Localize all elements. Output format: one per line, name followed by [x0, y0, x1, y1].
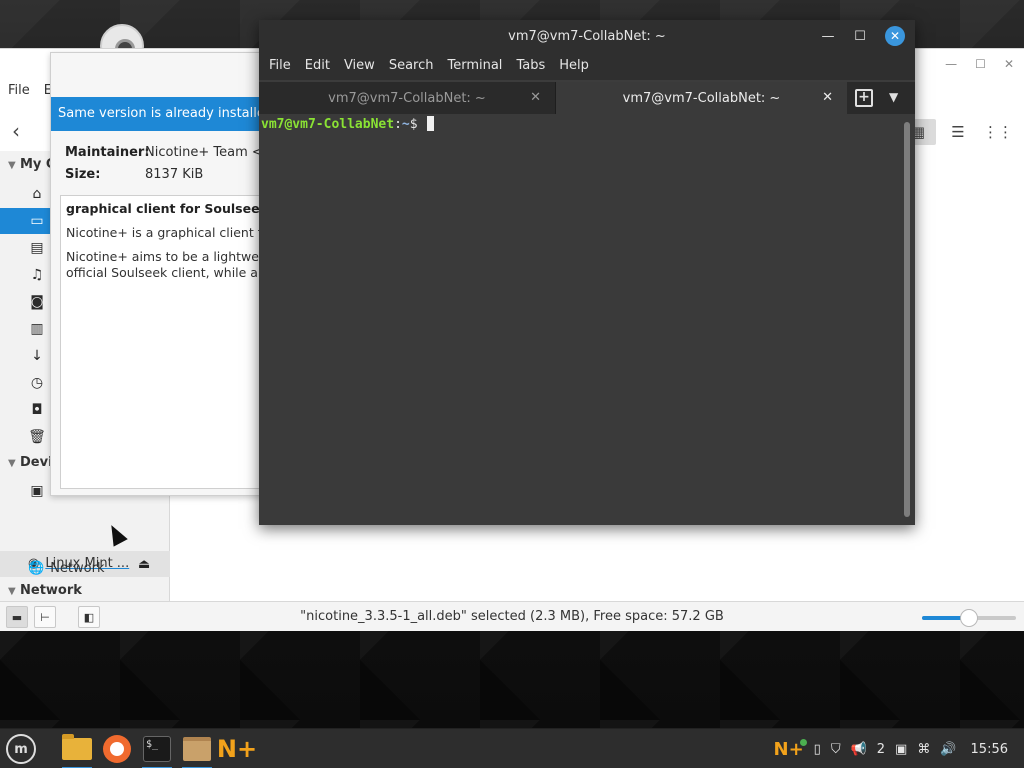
folder-icon	[62, 734, 92, 760]
menu-edit[interactable]: Edit	[298, 52, 337, 80]
terminal-tab[interactable]: vm7@vm7-CollabNet: ~ ✕	[259, 82, 555, 114]
taskbar-file-manager[interactable]	[58, 732, 96, 768]
text-cursor	[427, 116, 435, 131]
status-bar: ▬ ⊢ ◧ "nicotine_3.3.5-1_all.deb" selecte…	[0, 601, 1024, 631]
desktop-icon[interactable]: ▭	[28, 212, 46, 230]
size-row: Size: 8137 KiB	[65, 167, 204, 182]
back-button[interactable]: ‹	[12, 119, 34, 143]
terminal-window: vm7@vm7-CollabNet: ~ — ☐ ✕ File Edit Vie…	[259, 20, 915, 525]
taskbar: m $_ N+ N+ ▯ ⛉ 📢 2 ▣ ⌘ 🔊 15:56	[0, 728, 1024, 768]
videos-icon[interactable]: ▥	[28, 320, 46, 338]
downloads-icon[interactable]: ↓	[28, 347, 46, 365]
sidebar-section-devices[interactable]: ▼ Devi	[8, 455, 53, 470]
tab-close-icon[interactable]: ✕	[822, 90, 833, 105]
clipboard-icon[interactable]: ▯	[814, 742, 821, 757]
expander-icon: ▼	[8, 160, 16, 171]
tab-label: vm7@vm7-CollabNet: ~	[622, 90, 781, 106]
maintainer-row: Maintainer:Nicotine+ Team <ni	[65, 145, 275, 160]
drive-icon[interactable]: ▣	[28, 482, 46, 500]
zoom-slider[interactable]	[922, 609, 1016, 627]
nicotine-icon: N+	[216, 735, 258, 763]
eject-icon[interactable]: ⏏	[138, 557, 150, 572]
menu-search[interactable]: Search	[382, 52, 441, 80]
clock[interactable]: 15:56	[971, 742, 1008, 757]
description-line: official Soulseek client, while als	[66, 265, 266, 280]
maximize-icon[interactable]: ☐	[853, 29, 867, 44]
taskbar-nicotine[interactable]: N+	[216, 732, 258, 766]
terminal-title: vm7@vm7-CollabNet: ~	[508, 29, 666, 44]
filesystem-icon[interactable]: ◘	[28, 401, 46, 419]
terminal-tabbar: vm7@vm7-CollabNet: ~ ✕ vm7@vm7-CollabNet…	[259, 82, 915, 114]
description-line: Nicotine+ is a graphical client for	[66, 225, 266, 240]
taskbar-package-installer[interactable]	[178, 732, 216, 768]
menu-help[interactable]: Help	[552, 52, 596, 80]
sidebar-section-my-computer[interactable]: ▼ My C	[8, 157, 55, 172]
file-manager-window-buttons: — ☐ ✕	[945, 57, 1014, 71]
network-icon[interactable]: ⌘	[917, 742, 930, 757]
terminal-window-buttons: — ☐ ✕	[821, 26, 905, 46]
view-switcher: ▦ ☰ ⋮⋮	[900, 119, 1016, 145]
file-manager-menubar: File E	[0, 83, 52, 107]
sidebar-item-network[interactable]: 🌐 Network	[28, 561, 104, 576]
description-title: graphical client for Soulseek pe	[66, 201, 266, 216]
trash-icon[interactable]: 🗑	[28, 428, 46, 446]
package-icon	[183, 737, 211, 761]
close-icon[interactable]: ✕	[1004, 57, 1014, 71]
terminal-titlebar[interactable]: vm7@vm7-CollabNet: ~ — ☐ ✕	[259, 20, 915, 52]
volume-icon[interactable]: 🔊	[940, 742, 956, 757]
recent-icon[interactable]: ◷	[28, 374, 46, 392]
menu-terminal[interactable]: Terminal	[440, 52, 509, 80]
menu-file[interactable]: File	[8, 83, 30, 107]
shield-icon[interactable]: ⛉	[831, 742, 841, 757]
package-description: graphical client for Soulseek pe Nicotin…	[60, 195, 266, 489]
list-view-icon[interactable]: ☰	[940, 119, 976, 145]
chevron-down-icon[interactable]: ▼	[889, 90, 898, 104]
terminal-output[interactable]: vm7@vm7-CollabNet:~$	[259, 114, 915, 525]
documents-icon[interactable]: ▤	[28, 239, 46, 257]
minimize-icon[interactable]: —	[821, 29, 835, 44]
description-line: Nicotine+ aims to be a lightweigh	[66, 249, 266, 264]
home-icon[interactable]: ⌂	[28, 185, 46, 203]
taskbar-terminal[interactable]: $_	[138, 732, 176, 768]
linux-mint-logo-icon: m	[6, 734, 36, 764]
terminal-menubar: File Edit View Search Terminal Tabs Help	[259, 52, 915, 80]
shell-prompt: vm7@vm7-CollabNet:~$	[261, 116, 435, 132]
expander-icon: ▼	[8, 586, 16, 597]
menu-view[interactable]: View	[337, 52, 382, 80]
terminal-scrollbar[interactable]	[904, 122, 910, 517]
terminal-icon: $_	[143, 736, 171, 762]
install-status-banner: Same version is already installed	[51, 97, 266, 131]
sidebar-section-network[interactable]: ▼ Network	[8, 583, 82, 598]
compact-view-icon[interactable]: ⋮⋮	[980, 119, 1016, 145]
nicotine-tray-icon[interactable]: N+	[774, 738, 807, 760]
maximize-icon[interactable]: ☐	[975, 57, 986, 71]
terminal-tab-active[interactable]: vm7@vm7-CollabNet: ~ ✕	[555, 82, 847, 114]
menu-tabs[interactable]: Tabs	[509, 52, 552, 80]
zoom-slider-knob[interactable]	[960, 609, 978, 627]
close-icon[interactable]: ✕	[885, 26, 905, 46]
status-text: "nicotine_3.3.5-1_all.deb" selected (2.3…	[300, 609, 724, 624]
system-tray: N+ ▯ ⛉ 📢 2 ▣ ⌘ 🔊 15:56	[774, 729, 1024, 768]
network-icon: 🌐	[28, 561, 45, 576]
notifications-icon[interactable]: 📢	[851, 742, 867, 757]
notification-count: 2	[876, 741, 886, 757]
minimize-icon[interactable]: —	[945, 57, 957, 71]
updates-icon[interactable]: ▣	[895, 742, 907, 757]
tab-close-icon[interactable]: ✕	[530, 90, 541, 105]
firefox-icon	[103, 735, 131, 763]
music-icon[interactable]: ♫	[28, 266, 46, 284]
menu-button[interactable]: m	[2, 732, 40, 766]
tab-label: vm7@vm7-CollabNet: ~	[328, 90, 486, 106]
menu-file[interactable]: File	[262, 52, 298, 80]
taskbar-firefox[interactable]	[98, 732, 136, 766]
package-installer-window: Same version is already installed Mainta…	[50, 52, 275, 496]
pictures-icon[interactable]: ◙	[28, 293, 46, 311]
new-tab-icon[interactable]: +	[855, 89, 873, 107]
expander-icon: ▼	[8, 458, 16, 469]
